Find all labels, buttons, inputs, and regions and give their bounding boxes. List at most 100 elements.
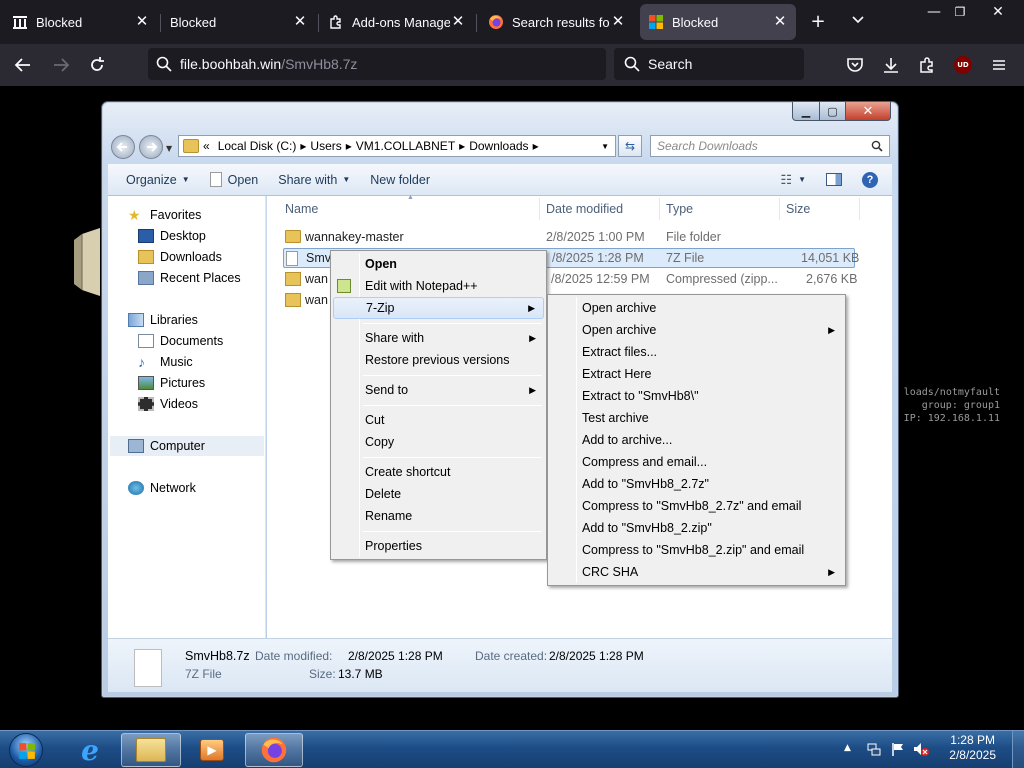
pocket-button[interactable] [842, 53, 868, 77]
nav-libraries[interactable]: Libraries [128, 310, 198, 330]
menu-edit-with-notepadpp[interactable]: Edit with Notepad++ [333, 275, 544, 297]
nav-downloads[interactable]: Downloads [138, 247, 222, 267]
nav-recent-places[interactable]: Recent Places [138, 268, 241, 288]
breadcrumb-user[interactable]: VM1.COLLABNET [356, 139, 455, 153]
desktop-recycle-bin-icon[interactable] [72, 226, 102, 298]
start-button[interactable] [4, 732, 48, 768]
explorer-back-button[interactable] [111, 135, 135, 159]
address-bar[interactable]: « Local Disk (C:) ▸ Users ▸ VM1.COLLABNET ▸… [178, 135, 616, 157]
minimize-window-button[interactable]: — [922, 0, 946, 24]
explorer-forward-button[interactable] [139, 135, 163, 159]
change-view-button[interactable]: ☷ ▼ [770, 169, 816, 191]
nav-desktop[interactable]: Desktop [138, 226, 206, 246]
refresh-button[interactable]: ⇆ [618, 135, 642, 157]
tab-search-results[interactable]: Search results for ' ✕ [480, 4, 634, 40]
menu-restore-previous-versions[interactable]: Restore previous versions [333, 349, 544, 371]
tab-addons-manager[interactable]: Add-ons Manager ✕ [320, 4, 474, 40]
close-window-button[interactable]: ✕ [986, 0, 1010, 24]
close-icon[interactable]: ✕ [292, 14, 308, 30]
column-header-type[interactable]: Type [666, 202, 693, 216]
tab-blocked-active[interactable]: Blocked ✕ [640, 4, 796, 40]
tab-blocked-1[interactable]: Blocked ✕ [4, 4, 158, 40]
list-all-tabs-button[interactable] [846, 10, 870, 34]
breadcrumb-overflow[interactable]: « [203, 139, 210, 153]
forward-button[interactable] [48, 53, 74, 77]
column-header-name[interactable]: Name [285, 202, 318, 216]
taskbar-internet-explorer[interactable]: e [62, 733, 118, 767]
address-dropdown-icon[interactable]: ▼ [601, 142, 609, 151]
nav-network[interactable]: Network [128, 478, 196, 498]
new-folder-button[interactable]: New folder [360, 169, 440, 191]
submenu-crc-sha[interactable]: CRC SHA ▶ [550, 561, 843, 583]
menu-share-with[interactable]: Share with ▶ [333, 327, 544, 349]
close-icon[interactable]: ✕ [134, 14, 150, 30]
action-center-flag-icon[interactable] [890, 741, 906, 757]
file-row[interactable]: wannakey-master 2/8/2025 1:00 PM File fo… [283, 227, 855, 247]
menu-open[interactable]: Open [333, 253, 544, 275]
menu-cut[interactable]: Cut [333, 409, 544, 431]
submenu-open-archive-more[interactable]: Open archive ▶ [550, 319, 843, 341]
menu-copy[interactable]: Copy [333, 431, 544, 453]
url-bar[interactable]: file.boohbah.win/SmvHb8.7z [148, 48, 606, 80]
explorer-maximize-button[interactable]: ▢ [819, 102, 846, 121]
column-header-date-modified[interactable]: Date modified [546, 202, 623, 216]
close-icon[interactable]: ✕ [450, 14, 466, 30]
nav-pictures[interactable]: Pictures [138, 373, 205, 393]
close-icon[interactable]: ✕ [772, 14, 788, 30]
nav-computer[interactable]: Computer [110, 436, 264, 456]
tab-blocked-2[interactable]: Blocked ✕ [162, 4, 316, 40]
menu-send-to[interactable]: Send to ▶ [333, 379, 544, 401]
organize-button[interactable]: Organize ▼ [116, 169, 200, 191]
nav-favorites[interactable]: ★ Favorites [128, 205, 201, 225]
taskbar-clock[interactable]: 1:28 PM 2/8/2025 [949, 733, 996, 763]
back-button[interactable] [10, 53, 36, 77]
close-icon[interactable]: ✕ [610, 14, 626, 30]
show-desktop-button[interactable] [1012, 731, 1024, 768]
volume-muted-icon[interactable] [912, 741, 930, 757]
taskbar-firefox[interactable] [245, 733, 303, 767]
downloads-button[interactable] [878, 53, 904, 77]
submenu-compress-zip-email[interactable]: Compress to "SmvHb8_2.zip" and email [550, 539, 843, 561]
breadcrumb-local-disk[interactable]: Local Disk (C:) [218, 139, 297, 153]
taskbar-media-player[interactable]: ▶ [184, 733, 240, 767]
ublock-origin-button[interactable]: UD [950, 53, 976, 77]
nav-documents[interactable]: Documents [138, 331, 223, 351]
submenu-compress-and-email[interactable]: Compress and email... [550, 451, 843, 473]
column-header-size[interactable]: Size [786, 202, 810, 216]
search-downloads-input[interactable]: Search Downloads [650, 135, 890, 157]
nav-music[interactable]: ♪ Music [138, 352, 193, 372]
recent-pages-chevron-icon[interactable]: ▼ [166, 144, 172, 153]
network-tray-icon[interactable] [866, 741, 882, 757]
menu-properties[interactable]: Properties [333, 535, 544, 557]
nav-videos[interactable]: Videos [138, 394, 198, 414]
submenu-open-archive[interactable]: Open archive [550, 297, 843, 319]
open-button[interactable]: Open [200, 169, 269, 191]
menu-delete[interactable]: Delete [333, 483, 544, 505]
explorer-minimize-button[interactable]: ▁ [792, 102, 820, 121]
breadcrumb-users[interactable]: Users [310, 139, 341, 153]
submenu-add-to-zip[interactable]: Add to "SmvHb8_2.zip" [550, 517, 843, 539]
extensions-button[interactable] [914, 53, 940, 77]
submenu-extract-to-folder[interactable]: Extract to "SmvHb8\" [550, 385, 843, 407]
explorer-close-button[interactable]: ✕ [845, 102, 891, 121]
show-hidden-icons-button[interactable]: ▲ [844, 743, 851, 753]
preview-pane-button[interactable] [816, 169, 852, 191]
submenu-test-archive[interactable]: Test archive [550, 407, 843, 429]
web-search-bar[interactable]: Search [614, 48, 804, 80]
submenu-extract-here[interactable]: Extract Here [550, 363, 843, 385]
share-with-button[interactable]: Share with ▼ [268, 169, 360, 191]
submenu-add-to-archive[interactable]: Add to archive... [550, 429, 843, 451]
open-menu-button[interactable] [986, 53, 1012, 77]
menu-create-shortcut[interactable]: Create shortcut [333, 461, 544, 483]
breadcrumb-downloads[interactable]: Downloads [469, 139, 528, 153]
reload-button[interactable] [84, 53, 110, 77]
taskbar-windows-explorer[interactable] [121, 733, 181, 767]
new-tab-button[interactable]: + [806, 10, 830, 34]
restore-window-button[interactable]: ❐ [948, 0, 972, 24]
submenu-compress-7z-email[interactable]: Compress to "SmvHb8_2.7z" and email [550, 495, 843, 517]
menu-7zip[interactable]: 7-Zip ▶ [333, 297, 544, 319]
menu-rename[interactable]: Rename [333, 505, 544, 527]
submenu-add-to-7z[interactable]: Add to "SmvHb8_2.7z" [550, 473, 843, 495]
submenu-extract-files[interactable]: Extract files... [550, 341, 843, 363]
help-button[interactable]: ? [852, 169, 888, 191]
